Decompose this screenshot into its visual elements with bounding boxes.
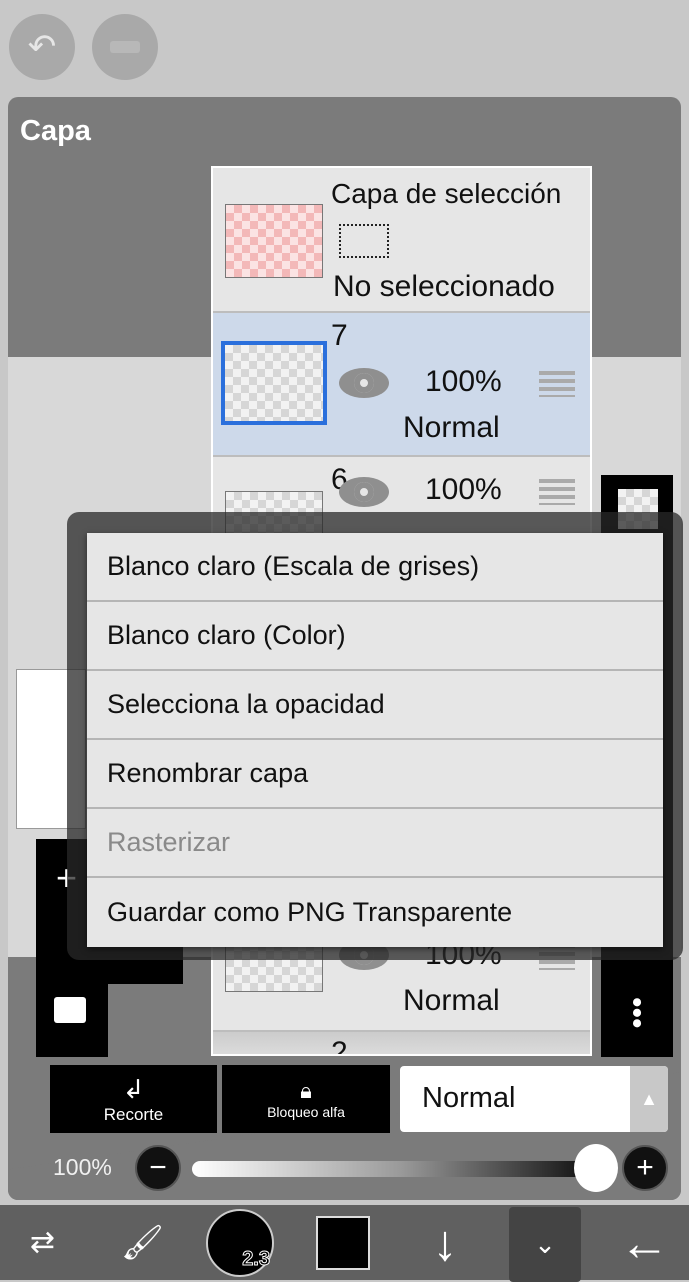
alpha-lock-button[interactable]: 🔒︎ Bloqueo alfa	[222, 1065, 390, 1133]
layers-collapse-icon[interactable]: ⌄	[509, 1207, 581, 1282]
layer-thumbnail	[221, 341, 327, 425]
clipping-label: Recorte	[103, 1104, 164, 1124]
dropdown-arrow-icon: ▲	[630, 1066, 668, 1132]
camera-icon[interactable]	[54, 997, 86, 1023]
menu-item-rename-layer[interactable]: Renombrar capa	[87, 740, 663, 809]
blend-mode-select[interactable]: Normal ▲	[400, 1066, 668, 1132]
panel-title: Capa	[20, 115, 91, 147]
menu-item-select-opacity[interactable]: Selecciona la opacidad	[87, 671, 663, 740]
selection-status: No seleccionado	[333, 270, 555, 303]
layer-opacity: 100%	[425, 365, 502, 398]
redo-icon	[110, 41, 140, 53]
menu-item-rasterize: Rasterizar	[87, 809, 663, 878]
eye-icon[interactable]	[339, 368, 389, 398]
layer-context-menu: Blanco claro (Escala de grises) Blanco c…	[87, 533, 663, 947]
bottom-toolbar: ⇄ 🖌︎ 2.3 ↓ ⌄ ←	[0, 1205, 689, 1282]
undo-button[interactable]: ↶	[9, 14, 75, 80]
opacity-increase-button[interactable]: +	[622, 1145, 668, 1191]
opacity-slider-thumb[interactable]	[574, 1144, 618, 1192]
alpha-lock-icon: 🔒︎	[300, 1078, 312, 1103]
clipping-button[interactable]: ↲ Recorte	[50, 1065, 217, 1133]
layer-row[interactable]: 2	[213, 1032, 590, 1056]
selection-thumbnail	[225, 204, 323, 278]
redo-button[interactable]	[92, 14, 158, 80]
swap-tool-icon[interactable]: ⇄	[0, 1205, 85, 1280]
opacity-decrease-button[interactable]: −	[135, 1145, 181, 1191]
brush-size-button[interactable]: 2.3	[205, 1205, 275, 1280]
selection-layer-title: Capa de selección	[331, 178, 562, 209]
back-arrow-icon[interactable]: ←	[600, 1205, 689, 1280]
layer-number: 2	[331, 1036, 348, 1056]
selection-layer-row[interactable]: Capa de selección No seleccionado	[213, 168, 590, 313]
menu-item-light-white-grayscale[interactable]: Blanco claro (Escala de grises)	[87, 533, 663, 602]
eye-icon[interactable]	[339, 477, 389, 507]
menu-item-save-transparent-png[interactable]: Guardar como PNG Transparente	[87, 878, 663, 947]
color-swatch	[315, 1215, 370, 1270]
menu-item-light-white-color[interactable]: Blanco claro (Color)	[87, 602, 663, 671]
brush-size-value: 2.3	[242, 1247, 271, 1270]
layer-row[interactable]: 7 100% Normal	[213, 313, 590, 457]
opacity-label: 100%	[53, 1154, 112, 1180]
more-options-icon[interactable]: •••	[620, 997, 653, 1029]
undo-icon: ↶	[27, 28, 57, 66]
layer-opacity: 100%	[425, 473, 502, 506]
layer-blend-mode: Normal	[403, 411, 500, 444]
brush-icon[interactable]: 🖌︎	[100, 1205, 185, 1280]
layer-blend-mode: Normal	[403, 984, 500, 1017]
arrow-down-icon[interactable]: ↓	[405, 1205, 485, 1280]
color-button[interactable]	[310, 1205, 375, 1280]
layer-number: 7	[331, 319, 348, 352]
selection-marquee-icon	[339, 224, 389, 258]
clipping-icon: ↲	[122, 1073, 145, 1104]
opacity-slider[interactable]	[192, 1161, 612, 1177]
alpha-lock-label: Bloqueo alfa	[267, 1104, 345, 1120]
drag-handle-icon[interactable]	[539, 479, 575, 505]
drag-handle-icon[interactable]	[539, 371, 575, 397]
blend-mode-value: Normal	[422, 1082, 516, 1114]
